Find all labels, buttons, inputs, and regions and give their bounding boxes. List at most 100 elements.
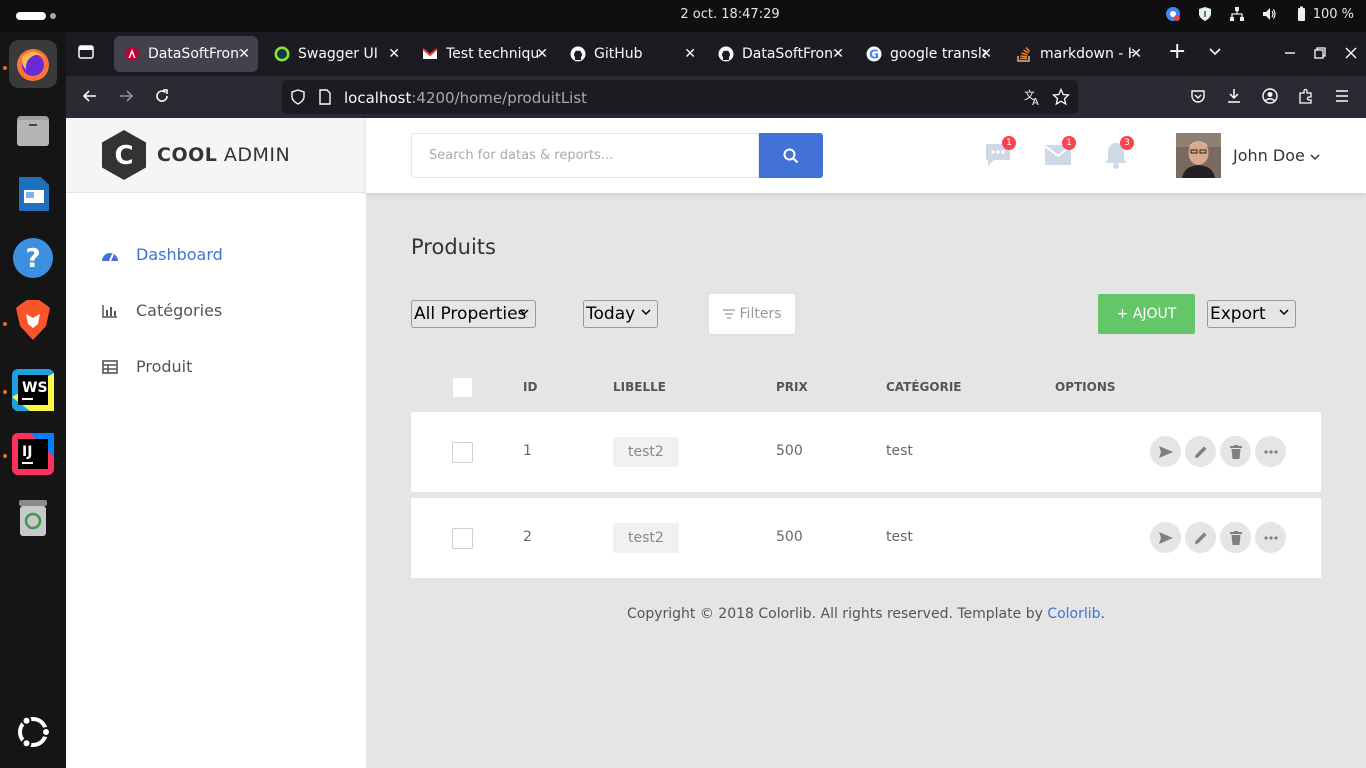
tab-title: markdown - H (1040, 46, 1134, 62)
property-select[interactable]: All Properties (411, 300, 536, 328)
column-header-categorie[interactable]: CATÉGORIE (886, 380, 962, 394)
send-button[interactable] (1150, 436, 1181, 467)
cell-prix: 500 (776, 529, 803, 545)
address-bar[interactable]: localhost:4200/home/produitList 文A (282, 80, 1078, 114)
battery-icon (1297, 6, 1305, 21)
trash-icon (1229, 530, 1242, 545)
avatar[interactable] (1176, 133, 1221, 178)
minimize-icon[interactable] (1284, 44, 1296, 64)
svg-text:?: ? (25, 244, 40, 274)
restore-icon[interactable] (1314, 44, 1326, 64)
close-tab-icon[interactable]: ✕ (388, 46, 400, 62)
delete-button[interactable] (1220, 436, 1251, 467)
column-header-libelle[interactable]: LIBELLE (613, 380, 666, 394)
edit-button[interactable] (1185, 436, 1216, 467)
shield-icon[interactable] (1197, 6, 1213, 22)
tab-swagger[interactable]: Swagger UI ✕ (264, 36, 408, 72)
mail-notification[interactable]: 1 (1043, 136, 1076, 170)
search-input[interactable] (411, 133, 759, 178)
system-tray[interactable]: 100 % (1165, 6, 1354, 22)
more-button[interactable] (1255, 436, 1286, 467)
trash-launcher[interactable] (9, 494, 57, 542)
close-tab-icon[interactable]: ✕ (684, 46, 696, 62)
select-all-checkbox[interactable] (452, 377, 473, 398)
close-tab-icon[interactable]: ✕ (980, 46, 992, 62)
menu-button[interactable] (1332, 86, 1352, 106)
tab-google-translate[interactable]: G google transla ✕ (856, 36, 1000, 72)
reload-button[interactable] (152, 86, 172, 106)
firefox-view-icon (78, 45, 94, 59)
firefox-icon (17, 49, 49, 81)
table-icon (100, 359, 120, 375)
tab-test-technique[interactable]: Test technique ✕ (412, 36, 556, 72)
page-icon[interactable] (318, 89, 332, 109)
tab-datasoftfront-1[interactable]: DataSoftFront ✕ (114, 36, 258, 72)
close-tab-icon[interactable]: ✕ (832, 46, 844, 62)
edit-button[interactable] (1185, 522, 1216, 553)
alerts-notification[interactable]: 3 (1101, 136, 1134, 170)
chevron-down-icon (1279, 306, 1289, 319)
dashboard-icon (100, 247, 120, 263)
extensions-button[interactable] (1296, 86, 1316, 106)
list-tabs-icon[interactable] (1208, 44, 1222, 64)
footer-link[interactable]: Colorlib (1047, 606, 1100, 622)
pocket-icon (1191, 90, 1205, 103)
add-button[interactable]: + AJOUT (1098, 294, 1195, 334)
firefox-view-button[interactable] (78, 44, 94, 65)
pocket-button[interactable] (1188, 86, 1208, 106)
translate-icon[interactable]: 文A (1024, 88, 1042, 110)
sidebar-item-categories[interactable]: Catégories (100, 301, 222, 320)
volume-icon[interactable] (1261, 6, 1277, 22)
close-window-icon[interactable] (1345, 44, 1357, 64)
battery-indicator[interactable]: 100 % (1293, 6, 1354, 22)
row-checkbox[interactable] (452, 528, 473, 549)
close-tab-icon[interactable]: ✕ (1130, 46, 1142, 62)
sidebar-item-produit[interactable]: Produit (100, 357, 192, 376)
show-apps-button[interactable] (9, 708, 57, 756)
writer-icon (19, 177, 49, 211)
dock: ? WS IJ (0, 32, 66, 768)
back-button[interactable] (80, 86, 100, 106)
webstorm-launcher[interactable]: WS (9, 366, 57, 414)
tab-datasoftfront-2[interactable]: DataSoftFront ✕ (708, 36, 852, 72)
files-launcher[interactable] (9, 106, 57, 154)
date-select[interactable]: Today (583, 300, 658, 328)
export-select[interactable]: Export (1207, 300, 1296, 328)
firefox-launcher[interactable] (9, 40, 57, 88)
new-tab-icon[interactable]: + (1168, 41, 1186, 63)
brave-launcher[interactable] (9, 296, 57, 344)
help-launcher[interactable]: ? (9, 234, 57, 282)
messages-notification[interactable]: 1 (983, 136, 1016, 170)
chrome-update-icon[interactable] (1165, 6, 1181, 22)
column-header-id[interactable]: ID (523, 380, 537, 394)
shield-icon[interactable] (290, 89, 306, 109)
logo-text: COOL ADMIN (157, 144, 290, 166)
delete-button[interactable] (1220, 522, 1251, 553)
close-tab-icon[interactable]: ✕ (536, 46, 548, 62)
downloads-button[interactable] (1224, 86, 1244, 106)
account-button[interactable] (1260, 86, 1280, 106)
send-button[interactable] (1150, 522, 1181, 553)
forward-button[interactable] (116, 86, 136, 106)
send-icon (1158, 445, 1173, 458)
chevron-down-icon (519, 306, 529, 319)
tab-markdown[interactable]: markdown - H ✕ (1006, 36, 1150, 72)
column-header-prix[interactable]: PRIX (776, 380, 808, 394)
sidebar-item-dashboard[interactable]: Dashboard (100, 245, 223, 264)
filters-button[interactable]: Filters (709, 294, 795, 334)
clock[interactable]: 2 oct. 18:47:29 (0, 7, 1366, 22)
logo-area[interactable]: C COOL ADMIN (66, 118, 366, 193)
network-icon[interactable] (1229, 6, 1245, 22)
row-checkbox[interactable] (452, 442, 473, 463)
search-button[interactable] (759, 133, 823, 178)
more-button[interactable] (1255, 522, 1286, 553)
close-tab-icon[interactable]: ✕ (238, 46, 250, 62)
intellij-launcher[interactable]: IJ (9, 430, 57, 478)
cell-prix: 500 (776, 443, 803, 459)
user-name: John Doe (1233, 146, 1305, 165)
running-indicator (3, 322, 7, 326)
writer-launcher[interactable] (9, 170, 57, 218)
user-menu[interactable]: John Doe (1233, 146, 1320, 165)
tab-github[interactable]: GitHub ✕ (560, 36, 704, 72)
bookmark-star-icon[interactable] (1051, 87, 1071, 110)
